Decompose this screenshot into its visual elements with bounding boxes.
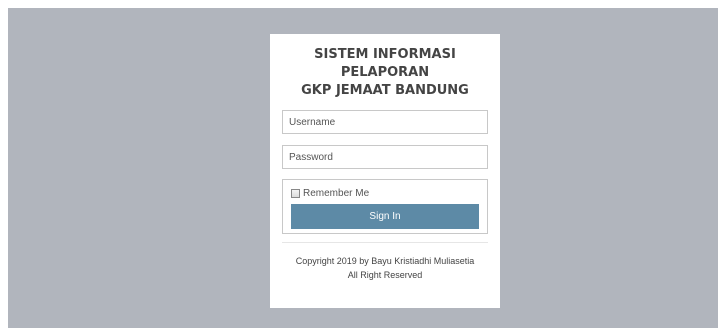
password-input[interactable] bbox=[282, 145, 488, 169]
footer-divider bbox=[282, 242, 488, 243]
rights-text: All Right Reserved bbox=[347, 270, 423, 280]
app-title-line-3: GKP JEMAAT BANDUNG bbox=[301, 83, 469, 98]
footer: Copyright 2019 by Bayu Kristiadhi Mulias… bbox=[270, 254, 500, 282]
app-title-line-1: SISTEM INFORMASI bbox=[314, 47, 456, 62]
remember-me-option[interactable]: Remember Me bbox=[291, 186, 369, 200]
login-actions-panel: Remember Me Sign In bbox=[282, 179, 488, 234]
app-title: SISTEM INFORMASI PELAPORAN GKP JEMAAT BA… bbox=[270, 46, 500, 100]
remember-me-label: Remember Me bbox=[303, 187, 370, 199]
copyright-text: Copyright 2019 by Bayu Kristiadhi Mulias… bbox=[295, 256, 475, 266]
app-title-line-2: PELAPORAN bbox=[340, 65, 430, 80]
username-input[interactable] bbox=[282, 110, 488, 134]
login-card: SISTEM INFORMASI PELAPORAN GKP JEMAAT BA… bbox=[270, 34, 500, 308]
remember-me-checkbox[interactable] bbox=[291, 188, 300, 198]
sign-in-button[interactable]: Sign In bbox=[291, 204, 479, 229]
